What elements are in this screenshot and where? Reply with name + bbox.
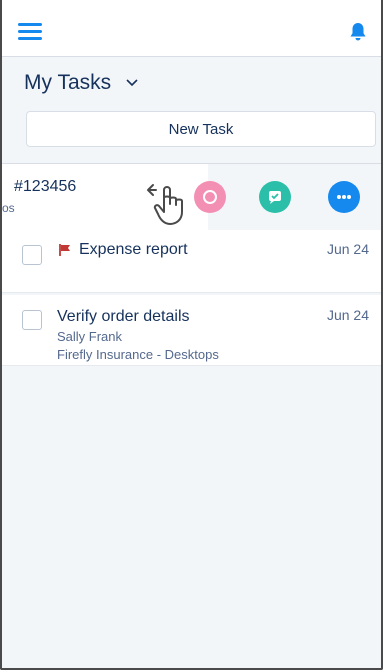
task-due-date: Jun 24 [326,241,369,257]
bell-icon[interactable] [347,21,369,43]
record-number: #123456 [14,178,77,195]
task-title[interactable]: Expense report [79,241,188,259]
list-item[interactable]: Expense report Jun 24 [2,230,381,293]
list-view-selector[interactable]: My Tasks [24,71,139,95]
task-contact: Sally Frank [57,329,123,344]
edit-task-button[interactable] [259,181,291,213]
top-navigation-bar [2,0,381,57]
more-actions-icon [337,195,351,199]
list-header: My Tasks New Task [2,57,381,163]
swipe-gesture-hand-icon [147,184,183,225]
hamburger-menu-icon[interactable] [18,23,42,41]
page-title: My Tasks [24,71,112,94]
phone-screen: My Tasks New Task #123456 os Expense rep… [0,0,383,670]
more-actions-button[interactable] [328,181,360,213]
new-task-button[interactable]: New Task [26,111,376,147]
task-due-date: Jun 24 [326,307,369,323]
flag-icon [59,244,70,256]
task-account: Firefly Insurance - Desktops [57,347,219,362]
task-checkbox[interactable] [22,310,42,330]
task-checkbox[interactable] [22,245,42,265]
list-item[interactable]: Verify order details Jun 24 Sally Frank … [2,295,381,366]
edit-task-icon [269,191,281,204]
record-subtitle: os [2,201,15,215]
task-title[interactable]: Verify order details [57,308,190,326]
pink-action-icon [203,190,217,204]
pink-action-button[interactable] [194,181,226,213]
chevron-down-icon [126,79,138,87]
